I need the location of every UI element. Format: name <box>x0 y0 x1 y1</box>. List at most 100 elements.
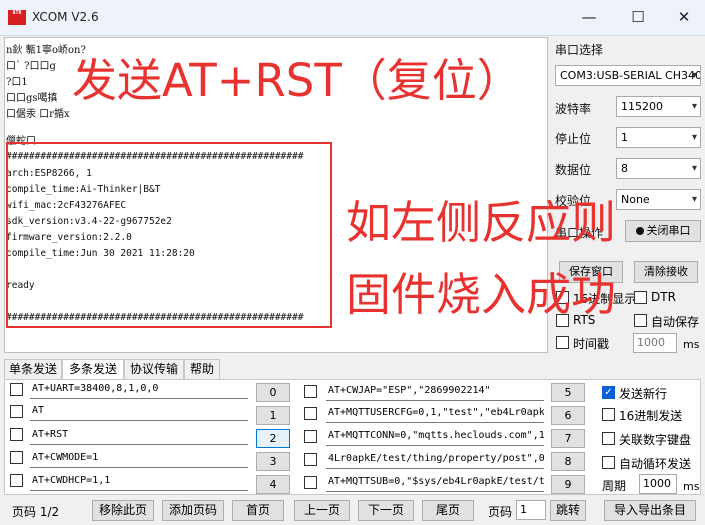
command-checkbox[interactable] <box>10 474 23 487</box>
page-number-input[interactable]: 1 <box>516 500 546 520</box>
auto-save-label: 自动保存 <box>651 315 700 329</box>
prev-page-button[interactable]: 上一页 <box>294 500 350 521</box>
page-label: 页码 <box>488 505 513 519</box>
command-input[interactable]: AT+CWDHCP=1,1 <box>30 472 248 491</box>
send-command-button[interactable]: 5 <box>551 383 585 402</box>
period-unit: ms <box>683 480 700 493</box>
timestamp-unit: ms <box>683 338 700 351</box>
data-bits-label: 数据位 <box>555 163 592 177</box>
command-input[interactable]: AT+MQTTCONN=0,"mqtts.heclouds.com",1 <box>326 427 544 446</box>
period-label: 周期 <box>602 479 627 493</box>
page-info: 页码 1/2 <box>12 505 60 519</box>
period-input[interactable]: 1000 <box>639 474 677 494</box>
first-page-button[interactable]: 首页 <box>232 500 284 521</box>
window-title: XCOM V2.6 <box>32 10 99 24</box>
clear-receive-button[interactable]: 清除接收 <box>634 261 698 283</box>
port-label: 串口选择 <box>555 43 604 57</box>
send-command-button[interactable]: 3 <box>256 452 290 471</box>
red-dot-icon <box>635 227 644 235</box>
stop-bits-label: 停止位 <box>555 132 592 146</box>
chevron-down-icon: ▾ <box>691 70 697 81</box>
dtr-label: DTR <box>651 290 676 304</box>
app-logo-icon: ATK <box>8 10 26 25</box>
close-button[interactable]: ✕ <box>669 6 699 30</box>
tab-single-send[interactable]: 单条发送 <box>4 359 62 379</box>
tab-help[interactable]: 帮助 <box>184 359 220 379</box>
command-checkbox[interactable] <box>10 451 23 464</box>
jump-button[interactable]: 跳转 <box>550 500 586 521</box>
minimize-button[interactable]: — <box>574 6 604 30</box>
chevron-down-icon: ▾ <box>691 194 697 205</box>
command-checkbox[interactable] <box>10 405 23 418</box>
garbled-line: ?口1 <box>6 77 28 88</box>
auto-save-checkbox[interactable] <box>634 314 647 327</box>
close-port-label: 关闭串口 <box>646 224 691 237</box>
command-input[interactable]: AT+CWJAP="ESP","2869902214" <box>326 382 544 401</box>
send-command-button[interactable]: 1 <box>256 406 290 425</box>
baud-value: 115200 <box>621 100 663 113</box>
send-newline-label: 发送新行 <box>619 387 668 401</box>
command-checkbox[interactable] <box>10 383 23 396</box>
stop-bits-value: 1 <box>621 131 628 144</box>
send-command-button[interactable]: 8 <box>551 452 585 471</box>
title-bar: ATK XCOM V2.6 — ☐ ✕ <box>0 0 705 36</box>
maximize-button[interactable]: ☐ <box>623 6 653 30</box>
flash-success-annotation: 固件烧入成功 <box>346 268 617 321</box>
command-checkbox[interactable] <box>304 453 317 466</box>
command-checkbox[interactable] <box>304 407 317 420</box>
stop-bits-select[interactable]: 1 ▾ <box>616 127 701 148</box>
command-checkbox[interactable] <box>304 430 317 443</box>
link-keypad-label: 关联数字键盘 <box>619 433 692 447</box>
send-command-button[interactable]: 4 <box>256 475 290 494</box>
command-checkbox[interactable] <box>304 476 317 489</box>
command-input[interactable]: AT+MQTTSUB=0,"$sys/eb4Lr0apkE/test/t <box>326 473 544 492</box>
tab-multi-send[interactable]: 多条发送 <box>62 359 124 380</box>
chevron-down-icon: ▾ <box>691 163 697 174</box>
reset-annotation: 发送AT+RST（复位） <box>72 54 522 107</box>
command-input[interactable]: AT <box>30 402 248 421</box>
send-command-button[interactable]: 6 <box>551 406 585 425</box>
highlight-box <box>6 142 332 328</box>
garbled-line: 口倨汞 口r揗x <box>6 109 70 120</box>
baud-label: 波特率 <box>555 102 592 116</box>
auto-loop-label: 自动循环发送 <box>619 457 692 471</box>
command-checkbox[interactable] <box>304 385 317 398</box>
import-export-button[interactable]: 导入导出条目 <box>604 500 696 521</box>
data-bits-select[interactable]: 8 ▾ <box>616 158 701 179</box>
send-command-button[interactable]: 9 <box>551 475 585 494</box>
chevron-down-icon: ▾ <box>691 101 697 112</box>
garbled-line: 口口gs噶搷 <box>6 93 58 104</box>
parity-value: None <box>621 193 650 206</box>
close-port-button[interactable]: 关闭串口 <box>625 220 701 242</box>
command-input[interactable]: AT+CWMODE=1 <box>30 449 248 468</box>
hex-send-label: 16进制发送 <box>619 409 683 423</box>
add-page-button[interactable]: 添加页码 <box>162 500 224 521</box>
chevron-down-icon: ▾ <box>691 132 697 143</box>
dtr-checkbox[interactable] <box>634 291 647 304</box>
link-keypad-checkbox[interactable] <box>602 432 615 445</box>
remove-page-button[interactable]: 移除此页 <box>92 500 154 521</box>
timestamp-checkbox[interactable] <box>556 336 569 349</box>
timestamp-input[interactable]: 1000 <box>633 333 677 353</box>
timestamp-label: 时间戳 <box>573 337 610 351</box>
command-input[interactable]: AT+RST <box>30 426 248 445</box>
port-select[interactable]: COM3:USB-SERIAL CH340 ▾ <box>555 65 701 86</box>
baud-select[interactable]: 115200 ▾ <box>616 96 701 117</box>
send-command-button[interactable]: 0 <box>256 383 290 402</box>
next-page-button[interactable]: 下一页 <box>358 500 414 521</box>
port-value: COM3:USB-SERIAL CH340 <box>560 69 701 82</box>
command-input[interactable]: AT+MQTTUSERCFG=0,1,"test","eb4Lr0apkE"," <box>326 404 544 423</box>
last-page-button[interactable]: 尾页 <box>422 500 474 521</box>
send-newline-checkbox[interactable]: ✓ <box>602 386 615 399</box>
command-input[interactable]: 4Lr0apkE/test/thing/property/post",0 <box>326 450 544 469</box>
command-checkbox[interactable] <box>10 428 23 441</box>
send-command-button[interactable]: 7 <box>551 429 585 448</box>
auto-loop-checkbox[interactable] <box>602 456 615 469</box>
tab-protocol[interactable]: 协议传输 <box>124 359 184 379</box>
parity-select[interactable]: None ▾ <box>616 189 701 210</box>
garbled-line: 口` ?口口g <box>6 61 56 72</box>
command-input[interactable]: AT+UART=38400,8,1,0,0 <box>30 380 248 399</box>
hex-send-checkbox[interactable] <box>602 408 615 421</box>
send-command-button[interactable]: 2 <box>256 429 290 448</box>
data-bits-value: 8 <box>621 162 628 175</box>
